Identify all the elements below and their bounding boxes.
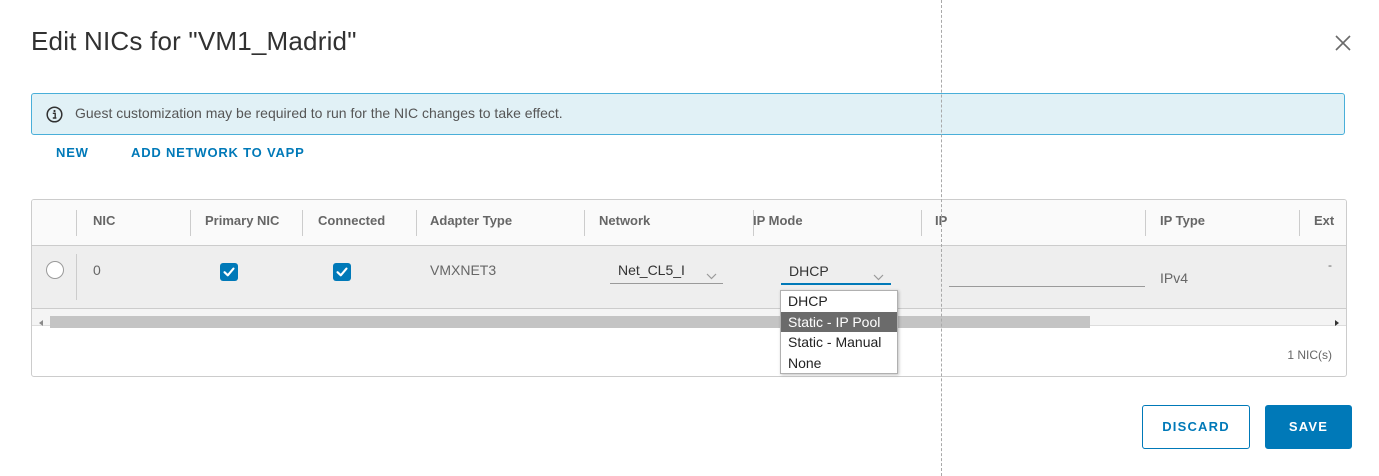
discard-button[interactable]: DISCARD [1142, 405, 1250, 449]
ip-mode-option-none[interactable]: None [781, 353, 897, 374]
chevron-down-icon [706, 267, 717, 285]
close-icon[interactable] [1333, 33, 1353, 53]
nic-grid: NIC Primary NIC Connected Adapter Type N… [31, 199, 1347, 377]
banner-message: Guest customization may be required to r… [75, 105, 563, 121]
ip-mode-option-static-ip-pool[interactable]: Static - IP Pool [781, 311, 897, 332]
dialog-title: Edit NICs for "VM1_Madrid" [31, 26, 357, 56]
column-header-ip-mode-label: IP Mode [753, 213, 803, 228]
info-icon [46, 106, 63, 123]
grid-header: NIC Primary NIC Connected Adapter Type N… [32, 200, 1346, 246]
row-separator [76, 254, 77, 300]
ip-mode-select[interactable]: DHCP [781, 261, 891, 285]
ip-mode-select-value: DHCP [789, 263, 829, 279]
column-separator [76, 210, 77, 236]
connected-checkbox[interactable] [333, 263, 351, 281]
ip-mode-dropdown-list: DHCP Static - IP Pool Static - Manual No… [780, 290, 898, 374]
scroll-left-arrow-icon[interactable] [39, 320, 43, 326]
ip-address-input[interactable] [949, 266, 1145, 287]
edit-nics-dialog: Edit NICs for "VM1_Madrid" Guest customi… [0, 0, 1379, 476]
nic-count: 1 NIC(s) [1287, 348, 1332, 362]
table-row: 0 VMXNET3 Net_CL5_I DHCP IPv4 - [32, 246, 1346, 309]
row-select-radio[interactable] [46, 261, 64, 279]
column-header-ip-type[interactable]: IP Type [1160, 213, 1205, 228]
column-header-adapter-type[interactable]: Adapter Type [430, 213, 512, 228]
cell-nic: 0 [93, 262, 101, 278]
ip-mode-option-dhcp[interactable]: DHCP [781, 291, 897, 312]
cell-ext: - [1328, 258, 1332, 272]
column-header-connected[interactable]: Connected [318, 213, 385, 228]
column-header-network[interactable]: Network [599, 213, 650, 228]
column-separator[interactable] [302, 210, 303, 236]
ip-mode-option-static-manual[interactable]: Static - Manual [781, 332, 897, 353]
column-header-primary-nic[interactable]: Primary NIC [205, 213, 279, 228]
primary-nic-checkbox[interactable] [220, 263, 238, 281]
chevron-down-icon [873, 268, 884, 286]
column-header-ip[interactable]: IP [935, 213, 947, 228]
column-separator[interactable] [1145, 210, 1146, 236]
scrollbar-thumb[interactable] [50, 316, 1090, 328]
add-network-to-vapp-button[interactable]: ADD NETWORK TO VAPP [131, 145, 305, 160]
column-header-ext[interactable]: Ext [1314, 213, 1334, 228]
horizontal-scrollbar[interactable] [32, 309, 1346, 328]
new-button[interactable]: NEW [56, 145, 89, 160]
column-separator[interactable] [921, 210, 922, 236]
column-separator[interactable] [584, 210, 585, 236]
info-banner: Guest customization may be required to r… [31, 93, 1345, 135]
cell-ip-type: IPv4 [1160, 270, 1189, 286]
scroll-right-arrow-icon[interactable] [1335, 320, 1339, 326]
column-separator[interactable] [416, 210, 417, 236]
cell-adapter-type: VMXNET3 [430, 262, 497, 278]
column-separator[interactable] [1299, 210, 1300, 236]
column-separator[interactable] [190, 210, 191, 236]
network-select[interactable]: Net_CL5_I [610, 260, 723, 284]
column-header-nic[interactable]: NIC [93, 213, 115, 228]
network-select-value: Net_CL5_I [618, 262, 685, 278]
save-button[interactable]: SAVE [1265, 405, 1352, 449]
